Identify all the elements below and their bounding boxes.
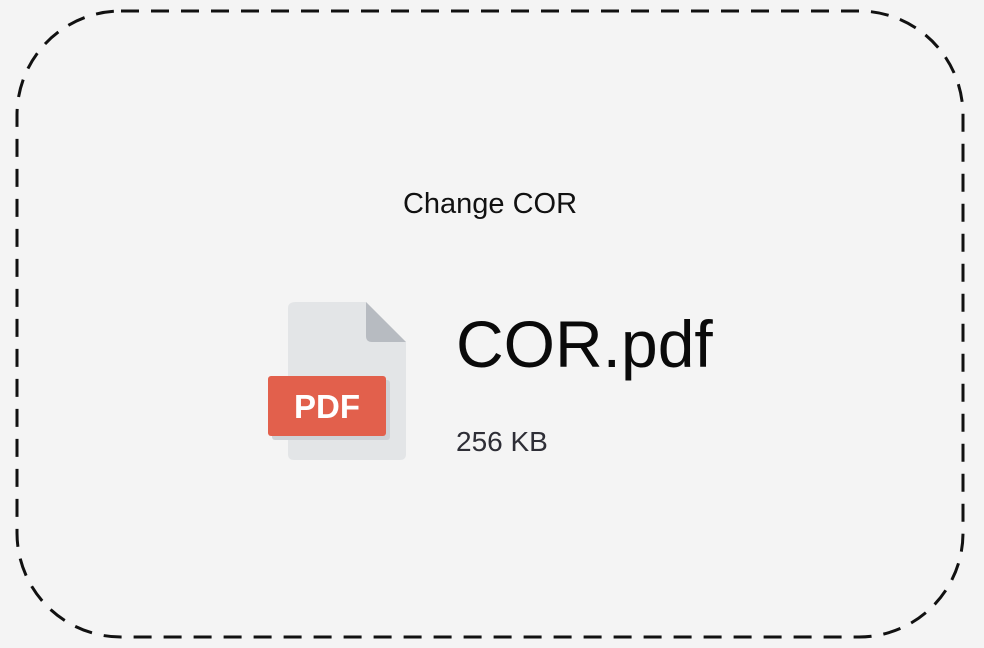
file-upload-dropzone[interactable]: Change COR PDF COR.pdf 256 KB	[0, 0, 984, 648]
pdf-badge-label: PDF	[294, 388, 360, 425]
change-file-label[interactable]: Change COR	[0, 184, 980, 224]
file-size: 256 KB	[456, 426, 548, 457]
file-name: COR.pdf	[456, 307, 713, 381]
pdf-file-icon: PDF	[268, 302, 406, 460]
